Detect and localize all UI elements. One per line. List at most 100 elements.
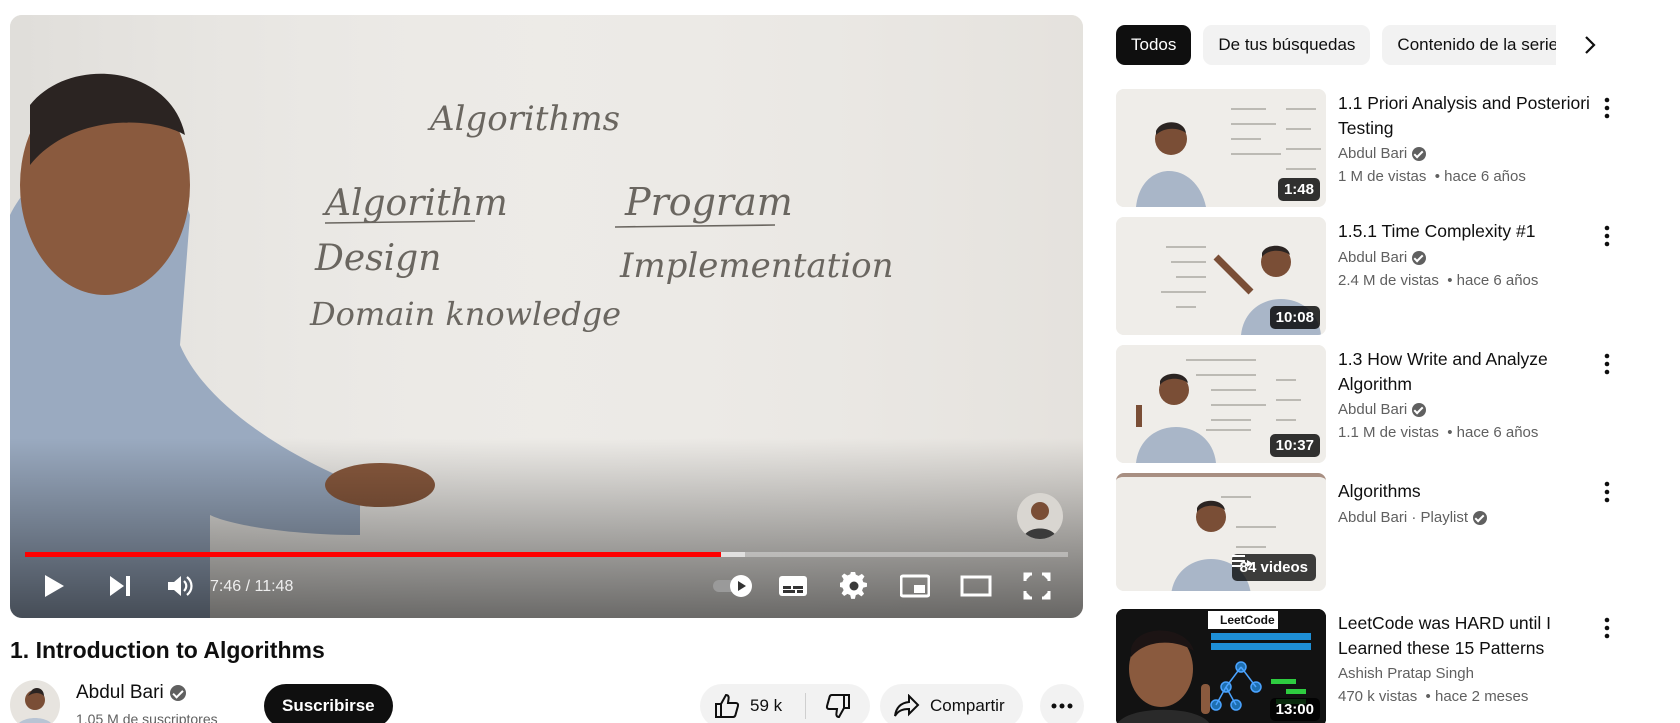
recommendation-channel[interactable]: Abdul Bari (1338, 401, 1427, 418)
leetcode-logo-text: LeetCode (1220, 613, 1275, 627)
miniplayer-icon (900, 574, 930, 598)
like-button[interactable]: 59 k (700, 684, 805, 723)
recommendation-thumbnail[interactable]: LeetCode 13:00 (1116, 609, 1326, 723)
recommendation-menu-button[interactable] (1592, 613, 1622, 643)
recommendation-title[interactable]: LeetCode was HARD until I Learned these … (1338, 611, 1598, 661)
wb-text: Design (314, 238, 441, 279)
next-icon (110, 576, 130, 596)
chip-series-content[interactable]: Contenido de la serie (1382, 25, 1556, 65)
subscribe-button[interactable]: Suscribirse (264, 684, 393, 723)
duration-badge: 10:37 (1269, 434, 1320, 457)
recommendation-meta: 2.4 M de vistas • hace 6 años (1338, 272, 1539, 289)
chip-from-searches[interactable]: De tus búsquedas (1203, 25, 1371, 65)
video-player[interactable]: Algorithms Algorithm Design Domain knowl… (10, 15, 1083, 618)
recommendation-thumbnail[interactable]: 10:37 (1116, 345, 1326, 463)
view-count: 1.1 M de vistas (1338, 424, 1439, 441)
subtitles-button[interactable] (775, 568, 811, 604)
like-count: 59 k (750, 696, 783, 715)
theater-button[interactable] (958, 568, 994, 604)
recommendation-item[interactable]: LeetCode 13:00 LeetCode was HARD until I… (1116, 609, 1661, 723)
recommendation-menu-button[interactable] (1592, 221, 1622, 251)
channel-watermark[interactable] (1017, 493, 1063, 539)
wb-text: Algorithm (322, 183, 508, 224)
fullscreen-button[interactable] (1019, 568, 1055, 604)
recommendation-item[interactable]: 10:37 1.3 How Write and Analyze Algorith… (1116, 345, 1661, 463)
playlist-menu-button[interactable] (1592, 477, 1622, 507)
verified-icon (1412, 250, 1427, 265)
chevron-right-icon (1585, 36, 1596, 54)
recommendation-channel-name: Abdul Bari (1338, 145, 1408, 162)
fullscreen-icon (1023, 572, 1051, 600)
recommendation-title[interactable]: 1.1 Priori Analysis and Posteriori Testi… (1338, 91, 1598, 141)
chips-next-button[interactable] (1572, 27, 1608, 63)
recommendation-meta: 1 M de vistas • hace 6 años (1338, 168, 1526, 185)
subscriber-count: 1.05 M de suscriptores (76, 711, 218, 723)
recommendation-channel-name: Abdul Bari (1338, 401, 1408, 418)
video-title: 1. Introduction to Algorithms (10, 637, 325, 663)
recommendation-channel-name: Abdul Bari (1338, 249, 1408, 266)
channel-name-text: Abdul Bari (76, 682, 164, 703)
upload-age: hace 2 meses (1434, 688, 1529, 705)
verified-icon (1473, 510, 1488, 525)
autoplay-icon (713, 575, 752, 597)
share-label: Compartir (930, 696, 1005, 715)
upload-age: hace 6 años (1456, 272, 1539, 289)
channel-avatar[interactable] (10, 680, 60, 723)
playlist-icon (1231, 555, 1253, 567)
recommendation-item[interactable]: 10:08 1.5.1 Time Complexity #1 Abdul Bar… (1116, 217, 1661, 335)
more-vertical-icon (1604, 97, 1610, 119)
time-separator: / (241, 578, 255, 595)
more-vertical-icon (1604, 617, 1610, 639)
playlist-channel-name: Abdul Bari · Playlist (1338, 509, 1469, 526)
duration-badge: 1:48 (1277, 178, 1320, 201)
playlist-channel[interactable]: Abdul Bari · Playlist (1338, 509, 1488, 526)
autoplay-toggle[interactable] (710, 568, 756, 604)
wb-text: Program (624, 180, 793, 224)
dislike-button[interactable] (806, 684, 870, 723)
recommendation-item[interactable]: 1:48 1.1 Priori Analysis and Posteriori … (1116, 89, 1661, 207)
more-actions-button[interactable] (1040, 684, 1084, 723)
subtitles-icon (779, 576, 807, 596)
channel-name[interactable]: Abdul Bari (76, 682, 186, 704)
wb-text: Implementation (619, 246, 894, 286)
thumbs-up-icon (715, 693, 740, 718)
theater-icon (960, 575, 992, 597)
wb-text: Algorithms (427, 99, 620, 139)
view-count: 2.4 M de vistas (1338, 272, 1439, 289)
volume-icon (168, 576, 193, 596)
playlist-title[interactable]: Algorithms (1338, 479, 1598, 504)
progress-bar[interactable] (25, 552, 1068, 557)
share-button[interactable]: Compartir (880, 684, 1023, 723)
gear-icon (840, 572, 867, 599)
recommendation-title[interactable]: 1.5.1 Time Complexity #1 (1338, 219, 1598, 244)
volume-button[interactable] (162, 568, 198, 604)
progress-played (25, 552, 721, 557)
recommendation-channel[interactable]: Abdul Bari (1338, 145, 1427, 162)
share-icon (894, 694, 920, 717)
duration-badge: 13:00 (1269, 698, 1320, 721)
recommendation-thumbnail[interactable]: 1:48 (1116, 89, 1326, 207)
recommendation-channel[interactable]: Ashish Pratap Singh (1338, 665, 1474, 682)
verified-icon (169, 685, 186, 701)
playlist-thumbnail[interactable]: 84 videos (1116, 473, 1326, 591)
view-count: 1 M de vistas (1338, 168, 1427, 185)
chip-all[interactable]: Todos (1116, 25, 1192, 65)
playlist-item[interactable]: 84 videos Algorithms Abdul Bari · Playli… (1116, 473, 1661, 591)
recommendation-menu-button[interactable] (1592, 349, 1622, 379)
recommendation-menu-button[interactable] (1592, 93, 1622, 123)
play-button[interactable] (36, 568, 72, 604)
more-vertical-icon (1604, 353, 1610, 375)
more-horizontal-icon (1051, 703, 1073, 709)
recommendation-thumbnail[interactable]: 10:08 (1116, 217, 1326, 335)
more-vertical-icon (1604, 481, 1610, 503)
recommendation-channel[interactable]: Abdul Bari (1338, 249, 1427, 266)
filter-chips: Todos De tus búsquedas Contenido de la s… (1116, 25, 1556, 65)
more-vertical-icon (1604, 225, 1610, 247)
recommendation-title[interactable]: 1.3 How Write and Analyze Algorithm (1338, 347, 1598, 397)
next-button[interactable] (102, 568, 138, 604)
like-dislike-group: 59 k (700, 684, 870, 723)
settings-button[interactable] (836, 568, 872, 604)
miniplayer-button[interactable] (897, 568, 933, 604)
verified-icon (1412, 146, 1427, 161)
thumbs-down-icon (825, 694, 850, 719)
